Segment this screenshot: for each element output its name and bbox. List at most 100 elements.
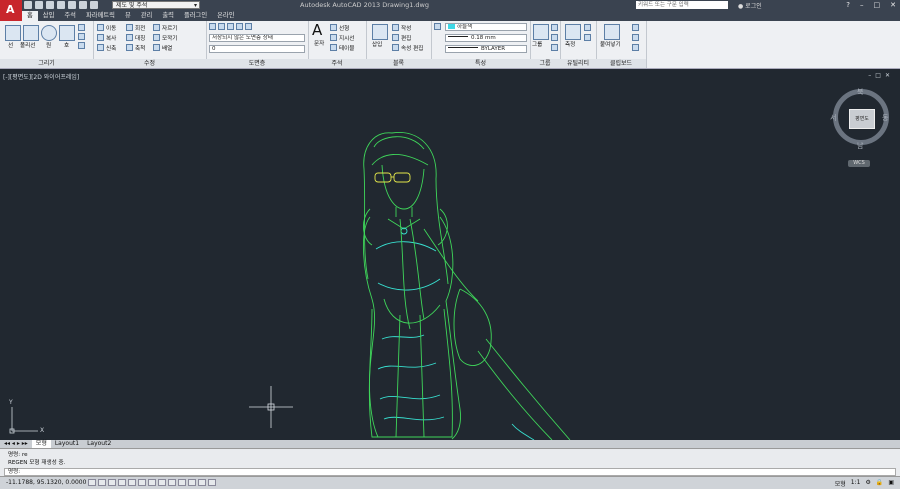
minimize-icon[interactable]: – xyxy=(860,0,864,10)
quick-select-icon[interactable] xyxy=(584,24,593,33)
osnap-icon[interactable] xyxy=(128,479,136,486)
linetype-dropdown[interactable]: BYLAYER xyxy=(445,45,527,53)
lineweight-dropdown[interactable]: 0.18 mm xyxy=(445,34,527,42)
copy-clip-icon[interactable] xyxy=(632,34,641,43)
ungroup-icon[interactable] xyxy=(551,24,560,33)
new-icon[interactable] xyxy=(24,1,32,9)
lineweight-icon[interactable] xyxy=(178,479,186,486)
calculator-icon[interactable] xyxy=(584,34,593,43)
panel-clipboard-label[interactable]: 클립보드 xyxy=(596,59,646,68)
circle-button[interactable]: 원 xyxy=(46,42,51,50)
hatch-icon[interactable] xyxy=(78,33,87,42)
undo-icon[interactable] xyxy=(79,1,87,9)
application-menu-button[interactable]: A xyxy=(0,0,22,22)
group-button[interactable]: 그룹 xyxy=(532,41,542,49)
quick-properties-icon[interactable] xyxy=(198,479,206,486)
text-button[interactable]: 문자 xyxy=(314,40,324,48)
tab-home[interactable]: 홈 xyxy=(22,11,38,21)
maximize-icon[interactable]: □ xyxy=(874,0,881,10)
layer-dropdown[interactable]: 0 xyxy=(209,45,305,53)
copy-base-icon[interactable] xyxy=(632,44,641,53)
attribute-edit-button[interactable]: 속성 편집 xyxy=(392,44,423,53)
trim-button[interactable]: 자르기 xyxy=(153,24,177,33)
ducs-icon[interactable] xyxy=(158,479,166,486)
measure-button[interactable]: 측정 xyxy=(565,41,575,49)
fullscreen-icon[interactable]: ▣ xyxy=(888,479,894,488)
lock-icon[interactable]: 🔒 xyxy=(876,479,883,488)
tab-layout1[interactable]: Layout1 xyxy=(51,440,83,448)
drawing-viewport[interactable]: [-][평면도][2D 와이어프레임] –□✕ 평면도 북 남 동 서 WCS xyxy=(0,69,900,440)
group-select-icon[interactable] xyxy=(551,44,560,53)
move-button[interactable]: 이동 xyxy=(97,24,116,33)
tab-plugins[interactable]: 플러그인 xyxy=(179,11,212,21)
search-input[interactable]: 키워드 또는 구문 입력 xyxy=(636,1,728,9)
linear-button[interactable]: 선형 xyxy=(330,24,349,33)
tab-manage[interactable]: 관리 xyxy=(136,11,158,21)
panel-layer-label[interactable]: 도면층 xyxy=(206,59,308,68)
tab-view[interactable]: 뷰 xyxy=(120,11,136,21)
text-icon[interactable]: A xyxy=(312,22,322,38)
paste-button[interactable]: 붙여넣기 xyxy=(600,41,621,49)
rectangle-icon[interactable] xyxy=(78,24,87,33)
tab-model[interactable]: 모형 xyxy=(31,440,51,448)
edit-block-button[interactable]: 편집 xyxy=(392,34,411,43)
line-icon[interactable] xyxy=(5,25,21,41)
arc-icon[interactable] xyxy=(59,25,75,41)
print-icon[interactable] xyxy=(68,1,76,9)
insert-button[interactable]: 삽입 xyxy=(372,41,382,49)
line-button[interactable]: 선 xyxy=(8,42,13,50)
help-icon[interactable]: ? xyxy=(846,0,850,10)
rotate-button[interactable]: 회전 xyxy=(126,24,145,33)
selection-cycling-icon[interactable] xyxy=(208,479,216,486)
create-block-button[interactable]: 작성 xyxy=(392,24,411,33)
table-button[interactable]: 테이블 xyxy=(330,44,354,53)
polyline-button[interactable]: 폴리선 xyxy=(20,42,35,50)
polyline-icon[interactable] xyxy=(23,25,39,41)
leader-button[interactable]: 지시선 xyxy=(330,34,354,43)
layer-state-dropdown[interactable]: 저장되지 않은 도면층 상태 xyxy=(209,34,305,42)
layout-nav-icons[interactable]: ◂◂ ◂ ▸ ▸▸ xyxy=(0,440,32,448)
mirror-button[interactable]: 대칭 xyxy=(126,34,145,43)
open-icon[interactable] xyxy=(35,1,43,9)
layer-properties-icon[interactable] xyxy=(209,23,216,30)
tab-insert[interactable]: 삽입 xyxy=(38,11,60,21)
save-icon[interactable] xyxy=(46,1,54,9)
workspace-switch-icon[interactable]: ⚙ xyxy=(865,479,870,488)
tab-annotate[interactable]: 주석 xyxy=(59,11,81,21)
measure-icon[interactable] xyxy=(565,24,581,40)
dyn-icon[interactable] xyxy=(168,479,176,486)
array-button[interactable]: 배열 xyxy=(153,44,172,53)
scale-button[interactable]: 축척 xyxy=(126,44,145,53)
layer-freeze-icon[interactable] xyxy=(227,23,234,30)
panel-block-label[interactable]: 블록 xyxy=(366,59,431,68)
ellipse-icon[interactable] xyxy=(78,42,87,51)
close-icon[interactable]: ✕ xyxy=(890,0,896,10)
command-input[interactable]: 명령: xyxy=(4,468,896,476)
transparency-icon[interactable] xyxy=(188,479,196,486)
coordinates-readout[interactable]: -11.1788, 95.1320, 0.0000 xyxy=(6,479,86,486)
stretch-button[interactable]: 신축 xyxy=(97,44,116,53)
layer-match-icon[interactable] xyxy=(245,23,252,30)
paste-icon[interactable] xyxy=(604,24,620,40)
panel-groups-label[interactable]: 그룹 xyxy=(530,59,560,68)
model-space-toggle[interactable]: 모형 xyxy=(835,479,846,488)
annotation-scale[interactable]: 1:1 xyxy=(851,479,861,488)
color-dropdown[interactable]: 하늘색 xyxy=(445,23,527,31)
tab-layout2[interactable]: Layout2 xyxy=(83,440,115,448)
circle-icon[interactable] xyxy=(41,25,57,41)
otrack-icon[interactable] xyxy=(148,479,156,486)
layer-lock-icon[interactable] xyxy=(236,23,243,30)
cut-icon[interactable] xyxy=(632,24,641,33)
arc-button[interactable]: 호 xyxy=(64,42,69,50)
match-properties-icon[interactable] xyxy=(434,23,443,32)
layer-off-icon[interactable] xyxy=(218,23,225,30)
panel-modify-label[interactable]: 수정 xyxy=(93,59,206,68)
tab-parametric[interactable]: 파라메트릭 xyxy=(81,11,120,21)
ortho-icon[interactable] xyxy=(108,479,116,486)
redo-icon[interactable] xyxy=(90,1,98,9)
insert-block-icon[interactable] xyxy=(372,24,388,40)
login-button[interactable]: ● 로그인 xyxy=(738,1,762,10)
grid-icon[interactable] xyxy=(98,479,106,486)
3d-osnap-icon[interactable] xyxy=(138,479,146,486)
panel-properties-label[interactable]: 특성 xyxy=(431,59,530,68)
